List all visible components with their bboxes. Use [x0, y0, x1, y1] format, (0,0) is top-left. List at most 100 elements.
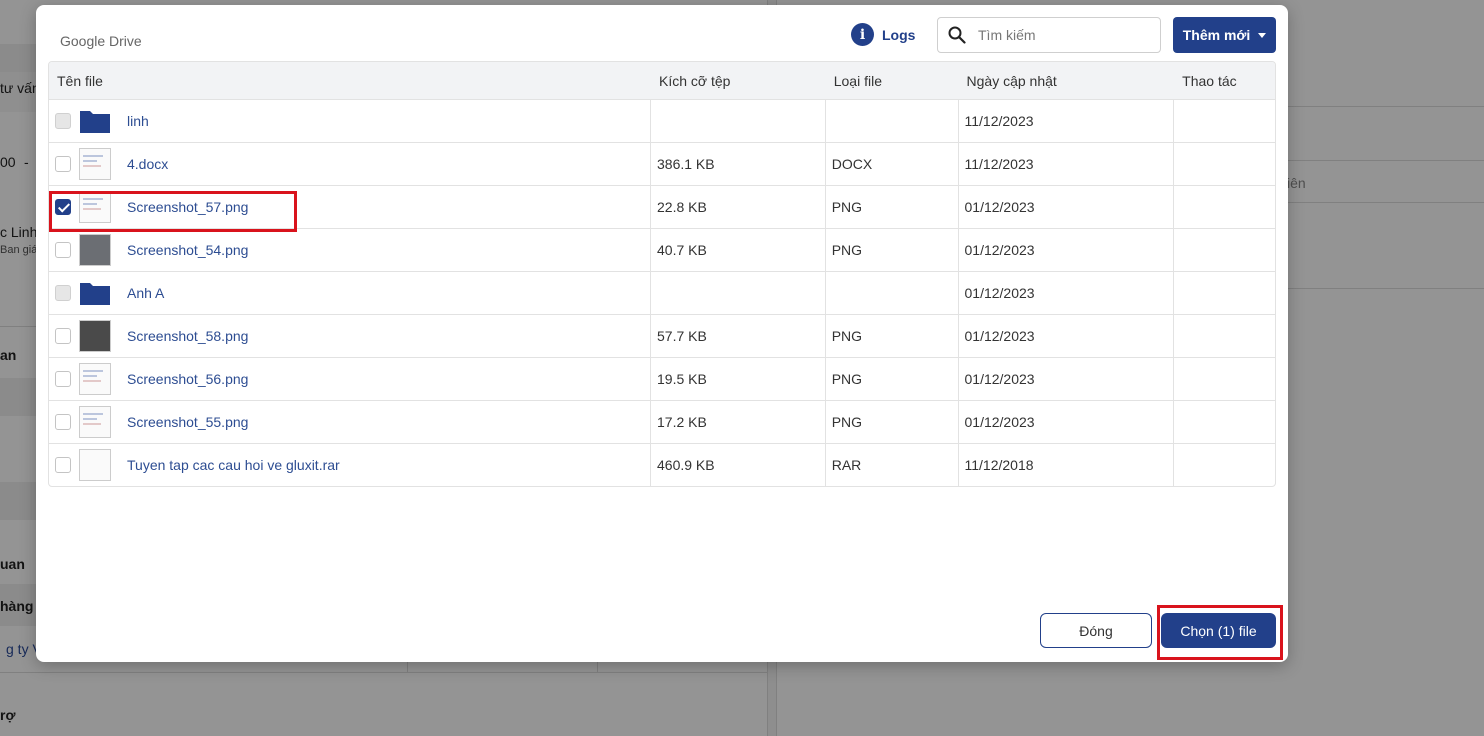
row-checkbox[interactable]: [55, 156, 71, 172]
table-row[interactable]: linh 11/12/2023: [49, 99, 1275, 142]
google-drive-dialog: Google Drive i Logs Thêm mới Tên file Kí…: [36, 5, 1288, 662]
table-row[interactable]: Tuyen tap cac cau hoi ve gluxit.rar 460.…: [49, 443, 1275, 486]
row-checkbox[interactable]: [55, 328, 71, 344]
file-size-cell: [651, 272, 826, 314]
folder-icon: [79, 105, 111, 137]
row-checkbox[interactable]: [55, 242, 71, 258]
file-date-cell: 11/12/2023: [959, 100, 1175, 142]
table-row[interactable]: Anh A 01/12/2023: [49, 271, 1275, 314]
table-header: Tên file Kích cỡ tệp Loại file Ngày cập …: [49, 62, 1275, 99]
file-actions-cell: [1174, 229, 1275, 271]
row-checkbox[interactable]: [55, 457, 71, 473]
file-date-cell: 11/12/2023: [959, 143, 1175, 185]
file-name-cell: linh: [49, 100, 651, 142]
column-header-actions: Thao tác: [1182, 72, 1237, 89]
table-row[interactable]: 4.docx 386.1 KB DOCX 11/12/2023: [49, 142, 1275, 185]
file-name-cell: Screenshot_57.png: [49, 186, 651, 228]
file-name-link[interactable]: Screenshot_55.png: [127, 414, 248, 430]
file-name-cell: Tuyen tap cac cau hoi ve gluxit.rar: [49, 444, 651, 486]
file-name-cell: Screenshot_56.png: [49, 358, 651, 400]
file-type-cell: [826, 272, 959, 314]
file-type-cell: RAR: [826, 444, 959, 486]
file-actions-cell: [1174, 315, 1275, 357]
file-name-link[interactable]: Screenshot_58.png: [127, 328, 248, 344]
file-table: Tên file Kích cỡ tệp Loại file Ngày cập …: [48, 61, 1276, 487]
dialog-title: Google Drive: [60, 33, 142, 49]
table-body: linh 11/12/2023 4.docx 386.1 KB DOCX 11/…: [49, 99, 1275, 486]
logs-label: Logs: [882, 26, 916, 43]
file-type-cell: DOCX: [826, 143, 959, 185]
file-type-cell: PNG: [826, 358, 959, 400]
file-type-cell: PNG: [826, 401, 959, 443]
file-actions-cell: [1174, 272, 1275, 314]
column-header-date[interactable]: Ngày cập nhật: [959, 73, 1175, 89]
file-date-cell: 11/12/2018: [959, 444, 1175, 486]
file-thumbnail: [79, 320, 111, 352]
file-name-link[interactable]: Screenshot_57.png: [127, 199, 248, 215]
add-new-button[interactable]: Thêm mới: [1173, 17, 1276, 53]
file-type-cell: PNG: [826, 229, 959, 271]
file-thumbnail: [79, 406, 111, 438]
row-checkbox: [55, 285, 71, 301]
file-size-cell: 40.7 KB: [651, 229, 826, 271]
file-type-cell: PNG: [826, 315, 959, 357]
logs-link[interactable]: i Logs: [851, 23, 915, 46]
file-name-cell: Screenshot_54.png: [49, 229, 651, 271]
search-icon: [948, 26, 966, 44]
search-input[interactable]: [978, 27, 1158, 43]
file-name-link[interactable]: Anh A: [127, 285, 164, 301]
file-name-link[interactable]: Tuyen tap cac cau hoi ve gluxit.rar: [127, 457, 340, 473]
table-row[interactable]: Screenshot_58.png 57.7 KB PNG 01/12/2023: [49, 314, 1275, 357]
file-size-cell: 19.5 KB: [651, 358, 826, 400]
file-actions-cell: [1174, 401, 1275, 443]
table-row[interactable]: Screenshot_56.png 19.5 KB PNG 01/12/2023: [49, 357, 1275, 400]
file-size-cell: 386.1 KB: [651, 143, 826, 185]
file-size-cell: 17.2 KB: [651, 401, 826, 443]
file-thumbnail: [79, 191, 111, 223]
table-row[interactable]: Screenshot_55.png 17.2 KB PNG 01/12/2023: [49, 400, 1275, 443]
choose-file-button[interactable]: Chọn (1) file: [1161, 613, 1276, 648]
file-actions-cell: [1174, 358, 1275, 400]
file-size-cell: [651, 100, 826, 142]
column-header-size[interactable]: Kích cỡ tệp: [651, 73, 826, 89]
file-actions-cell: [1174, 186, 1275, 228]
column-header-type[interactable]: Loại file: [826, 73, 959, 89]
info-icon: i: [851, 23, 874, 46]
file-thumbnail: [79, 234, 111, 266]
file-name-cell: Screenshot_58.png: [49, 315, 651, 357]
file-thumbnail: [79, 449, 111, 481]
file-name-cell: Anh A: [49, 272, 651, 314]
file-thumbnail: [79, 148, 111, 180]
file-name-link[interactable]: Screenshot_56.png: [127, 371, 248, 387]
table-row[interactable]: Screenshot_57.png 22.8 KB PNG 01/12/2023: [49, 185, 1275, 228]
file-actions-cell: [1174, 444, 1275, 486]
file-name-cell: 4.docx: [49, 143, 651, 185]
file-actions-cell: [1174, 143, 1275, 185]
file-actions-cell: [1174, 100, 1275, 142]
row-checkbox[interactable]: [55, 371, 71, 387]
search-box[interactable]: [937, 17, 1161, 53]
file-name-link[interactable]: Screenshot_54.png: [127, 242, 248, 258]
caret-down-icon: [1258, 32, 1267, 38]
row-checkbox[interactable]: [55, 414, 71, 430]
file-size-cell: 22.8 KB: [651, 186, 826, 228]
file-date-cell: 01/12/2023: [959, 229, 1175, 271]
file-date-cell: 01/12/2023: [959, 315, 1175, 357]
file-thumbnail: [79, 363, 111, 395]
file-size-cell: 460.9 KB: [651, 444, 826, 486]
file-date-cell: 01/12/2023: [959, 401, 1175, 443]
add-new-label: Thêm mới: [1182, 27, 1251, 43]
file-date-cell: 01/12/2023: [959, 358, 1175, 400]
column-header-name[interactable]: Tên file: [49, 73, 651, 89]
file-date-cell: 01/12/2023: [959, 186, 1175, 228]
file-name-link[interactable]: linh: [127, 113, 149, 129]
folder-icon: [79, 277, 111, 309]
file-type-cell: [826, 100, 959, 142]
file-name-cell: Screenshot_55.png: [49, 401, 651, 443]
row-checkbox: [55, 113, 71, 129]
row-checkbox[interactable]: [55, 199, 71, 215]
file-name-link[interactable]: 4.docx: [127, 156, 168, 172]
file-type-cell: PNG: [826, 186, 959, 228]
close-button[interactable]: Đóng: [1040, 613, 1152, 648]
table-row[interactable]: Screenshot_54.png 40.7 KB PNG 01/12/2023: [49, 228, 1275, 271]
